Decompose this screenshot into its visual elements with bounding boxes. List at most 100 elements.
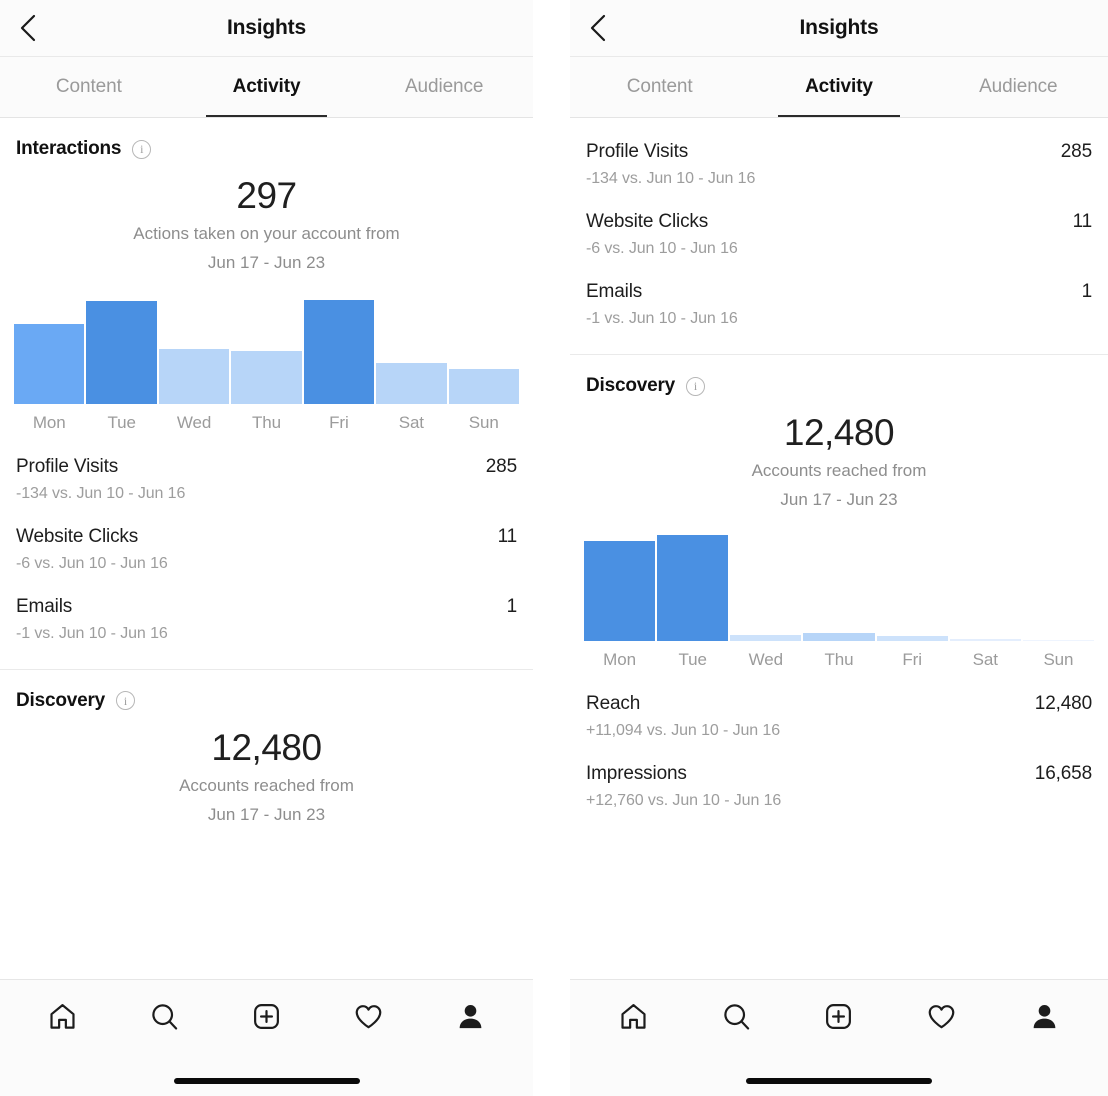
metric-label: Profile Visits (586, 141, 689, 162)
metric-label: Website Clicks (16, 525, 139, 547)
metric-row-emails[interactable]: Emails 1 -1 vs. Jun 10 - Jun 16 (16, 573, 517, 643)
discovery-caption-line1: Accounts reached from (179, 775, 354, 795)
discovery-summary: 12,480 Accounts reached from Jun 17 - Ju… (0, 712, 533, 828)
metric-label: Reach (586, 692, 641, 714)
metric-value: 1 (506, 595, 518, 617)
bar-column-thu (803, 535, 875, 641)
discovery-section-header: Discovery i (0, 670, 533, 712)
navigation-bar: Insights (0, 0, 533, 57)
tab-bar: Content Activity Audience (0, 57, 533, 118)
chart-label-thu: Thu (824, 649, 854, 669)
tab-audience[interactable]: Audience (929, 57, 1108, 117)
search-icon[interactable] (713, 993, 759, 1039)
chart-label-sat: Sat (398, 412, 424, 432)
add-post-icon[interactable] (816, 993, 862, 1039)
metric-row-reach[interactable]: Reach 12,480 +11,094 vs. Jun 10 - Jun 16 (586, 670, 1092, 740)
back-button[interactable] (580, 11, 614, 45)
metric-delta: -6 vs. Jun 10 - Jun 16 (16, 554, 168, 572)
tab-activity[interactable]: Activity (178, 57, 356, 117)
back-button[interactable] (10, 11, 44, 45)
tab-content[interactable]: Content (570, 57, 749, 117)
metric-label: Website Clicks (586, 211, 709, 232)
discovery-caption-line1: Accounts reached from (751, 460, 927, 480)
tab-audience[interactable]: Audience (355, 57, 533, 117)
metric-row-website-clicks[interactable]: Website Clicks 11 -6 vs. Jun 10 - Jun 16 (586, 188, 1092, 258)
chart-bars (584, 534, 1094, 641)
bar-mon (584, 541, 656, 641)
bar-wed (730, 634, 802, 641)
screenshot-root: Insights Content Activity Audience Inter… (0, 0, 1108, 1096)
metric-delta: -134 vs. Jun 10 - Jun 16 (586, 170, 756, 187)
phone-screen-right: Insights Content Activity Audience Profi… (570, 0, 1108, 1096)
discovery-value: 12,480 (783, 412, 895, 453)
metric-delta: -1 vs. Jun 10 - Jun 16 (16, 624, 168, 642)
tab-bar: Content Activity Audience (570, 57, 1108, 118)
search-icon[interactable] (142, 993, 188, 1039)
chart-label-thu: Thu (251, 412, 281, 432)
chart-label-sun: Sun (1043, 649, 1074, 669)
metric-label: Profile Visits (16, 455, 119, 477)
tab-content[interactable]: Content (0, 57, 178, 117)
bar-column-tue (86, 298, 157, 404)
interactions-summary: 297 Actions taken on your account from J… (0, 160, 533, 276)
content-scroll-area[interactable]: Interactions i 297 Actions taken on your… (0, 118, 533, 979)
discovery-bar-chart: Mon Tue Wed Thu Fri Sat Sun (570, 534, 1108, 670)
bottom-tab-icons (0, 980, 533, 1078)
chart-label-tue: Tue (678, 649, 707, 669)
metric-delta: -6 vs. Jun 10 - Jun 16 (586, 240, 738, 257)
discovery-metric-list: Reach 12,480 +11,094 vs. Jun 10 - Jun 16… (570, 670, 1108, 810)
chart-label-sun: Sun (468, 412, 499, 432)
interactions-value: 297 (236, 175, 297, 216)
bar-sat (376, 362, 447, 404)
info-icon[interactable]: i (132, 139, 152, 159)
bar-column-sun (448, 298, 519, 404)
metric-row-website-clicks[interactable]: Website Clicks 11 -6 vs. Jun 10 - Jun 16 (16, 503, 517, 573)
home-indicator (746, 1078, 932, 1084)
profile-icon[interactable] (447, 993, 493, 1039)
page-title: Insights (227, 16, 306, 39)
bar-wed (158, 349, 230, 404)
discovery-caption-line2: Jun 17 - Jun 23 (780, 490, 898, 510)
chart-label-fri: Fri (902, 649, 922, 669)
interactions-title: Interactions (16, 138, 122, 159)
chevron-left-icon (19, 14, 36, 42)
metric-row-profile-visits[interactable]: Profile Visits 285 -134 vs. Jun 10 - Jun… (586, 118, 1092, 188)
profile-icon[interactable] (1022, 993, 1068, 1039)
interactions-metric-list: Profile Visits 285 -134 vs. Jun 10 - Jun… (0, 433, 533, 643)
bar-mon (14, 324, 85, 404)
discovery-section-header: Discovery i (570, 355, 1108, 397)
bar-column-wed (158, 298, 230, 404)
metric-value: 1 (1081, 281, 1093, 302)
tab-activity[interactable]: Activity (749, 57, 928, 117)
metric-row-emails[interactable]: Emails 1 -1 vs. Jun 10 - Jun 16 (586, 258, 1092, 328)
chart-x-labels: Mon Tue Wed Thu Fri Sat Sun (584, 650, 1094, 670)
discovery-caption-line2: Jun 17 - Jun 23 (207, 805, 326, 825)
heart-icon[interactable] (919, 993, 965, 1039)
add-post-icon[interactable] (243, 993, 289, 1039)
bottom-tab-bar (570, 979, 1108, 1096)
navigation-bar: Insights (570, 0, 1108, 57)
home-icon[interactable] (610, 993, 656, 1039)
bar-sat (949, 638, 1021, 641)
chevron-left-icon (589, 14, 606, 42)
interactions-metric-list: Profile Visits 285 -134 vs. Jun 10 - Jun… (570, 118, 1108, 328)
info-icon[interactable]: i (686, 376, 706, 396)
metric-label: Emails (16, 595, 73, 617)
chart-label-mon: Mon (603, 649, 636, 669)
home-icon[interactable] (40, 993, 86, 1039)
home-indicator (173, 1078, 360, 1084)
info-icon[interactable]: i (116, 691, 136, 711)
chart-label-fri: Fri (329, 412, 349, 432)
metric-row-profile-visits[interactable]: Profile Visits 285 -134 vs. Jun 10 - Jun… (16, 433, 517, 503)
heart-icon[interactable] (345, 993, 391, 1039)
metric-label: Impressions (586, 762, 687, 784)
metric-delta: +12,760 vs. Jun 10 - Jun 16 (586, 791, 782, 809)
content-scroll-area[interactable]: Profile Visits 285 -134 vs. Jun 10 - Jun… (570, 118, 1108, 979)
metric-delta: -1 vs. Jun 10 - Jun 16 (586, 310, 738, 327)
chart-bars (14, 298, 519, 404)
bar-sun (448, 369, 519, 404)
bar-column-sat (949, 535, 1021, 641)
chart-label-wed: Wed (176, 412, 212, 432)
bottom-tab-bar (0, 979, 533, 1096)
metric-row-impressions[interactable]: Impressions 16,658 +12,760 vs. Jun 10 - … (586, 740, 1092, 810)
